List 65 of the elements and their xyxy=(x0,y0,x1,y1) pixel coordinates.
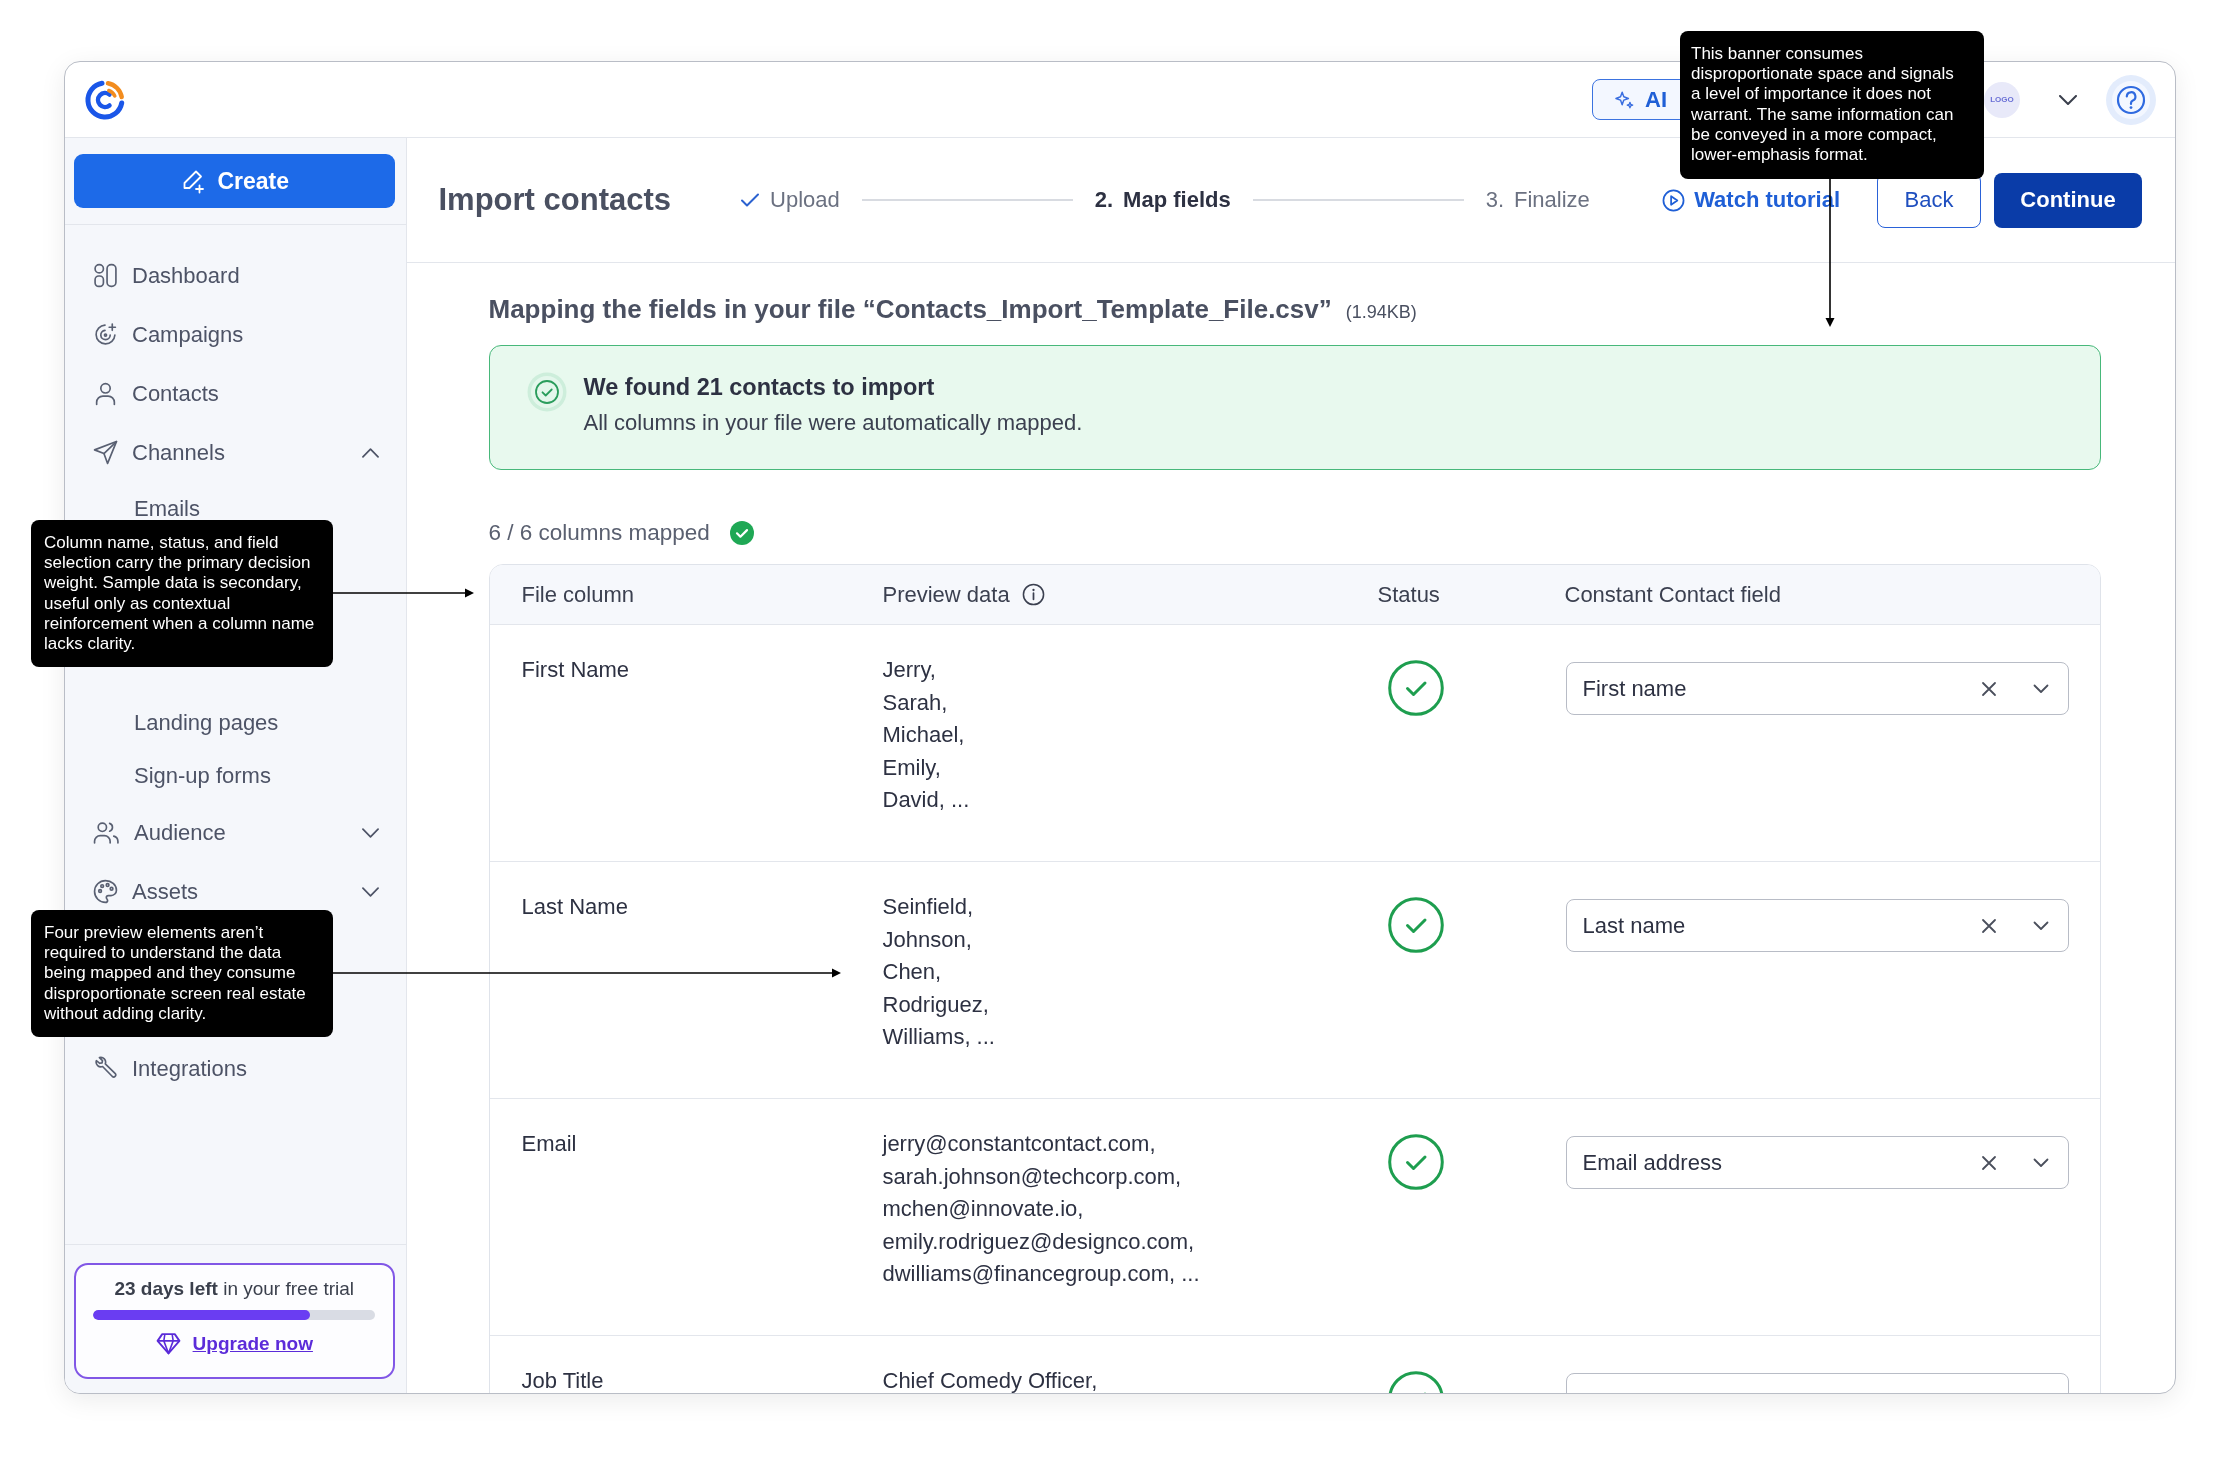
column-header: Constant Contact field xyxy=(1564,581,1781,608)
chevron-down-icon[interactable] xyxy=(2033,1157,2049,1168)
upgrade-link[interactable]: Upgrade now xyxy=(155,1332,313,1355)
clear-icon[interactable] xyxy=(1981,917,1997,934)
target-icon xyxy=(93,322,118,347)
file-column-cell: Job Title xyxy=(521,1368,604,1393)
step-number: 3. xyxy=(1485,187,1505,213)
step-label: Finalize xyxy=(1514,187,1590,213)
chevron-down-icon[interactable] xyxy=(2033,920,2049,931)
mapping-heading: Mapping the fields in your file “Contacts_Import_Template_File.csv” xyxy=(488,293,1332,325)
preview-data-cell-text: jerry@constantcontact.com, sarah.johnson@techcorp.com, mchen@innovate.io, emily.rodriguez@designco.com, dwilliams@financegroup.com, ... xyxy=(882,1132,1201,1285)
step-label: Upload xyxy=(770,187,840,213)
annotation-tooltip: This banner consumes disproportionate space and signals a level of importance it does not warrant. The same information can be conveyed in a more compact, lower-emphasis format. xyxy=(1680,31,1984,179)
field-select[interactable]: Email address xyxy=(1565,1136,2069,1189)
diamond-icon xyxy=(155,1332,181,1355)
wrench-icon xyxy=(93,1056,118,1081)
annotation-tooltip: Column name, status, and field selection carry the primary decision weight. Sample data is secondary, useful only as contextual reinforcement when a column name lacks clarity. xyxy=(31,520,333,667)
column-header: Status xyxy=(1377,581,1440,608)
step-number: 2. xyxy=(1094,187,1114,213)
layout-grid-icon xyxy=(93,263,118,288)
chevron-up-icon[interactable] xyxy=(361,447,379,458)
nav-item[interactable]: Campaigns xyxy=(65,305,406,364)
help-icon[interactable] xyxy=(2105,73,2157,126)
field-select[interactable]: Last name xyxy=(1565,899,2069,952)
banner-title: We found 21 contacts to import xyxy=(583,373,936,402)
file-column-cell: Last Name xyxy=(521,894,628,919)
play-icon xyxy=(1662,188,1686,212)
clear-icon[interactable] xyxy=(1981,1154,1997,1171)
chevron-down-icon[interactable] xyxy=(361,886,379,897)
nav-subitem[interactable]: Landing pages xyxy=(65,696,279,750)
annotation-tooltip: Four preview elements aren’t required to understand the data being mapped and they consume disproportionate screen real estate without adding clarity. xyxy=(31,910,333,1037)
preview-data-cell-text: Seinfield, Johnson, Chen, Rodriguez, Williams, ... xyxy=(882,895,996,1048)
file-column-cell: First Name xyxy=(521,657,630,682)
file-column-cell: Email xyxy=(521,1131,577,1156)
create-button[interactable]: Create xyxy=(74,154,395,208)
nav-subitem[interactable]: Sign-up forms xyxy=(65,749,271,803)
person-icon xyxy=(93,381,118,406)
info-icon[interactable] xyxy=(1021,583,1045,606)
check-circle-icon xyxy=(729,521,754,545)
trial-message: 23 days left in your free trial xyxy=(114,1277,355,1301)
people-icon xyxy=(93,820,120,845)
company-logo: LOGO xyxy=(1984,81,2020,118)
page-title: Import contacts xyxy=(438,182,672,218)
check-circle-icon xyxy=(526,372,567,412)
column-header: File column xyxy=(521,581,634,608)
step-label: Map fields xyxy=(1123,187,1231,213)
chevron-down-icon[interactable] xyxy=(2033,683,2049,694)
banner-message: All columns in your file were automatically mapped. xyxy=(583,409,1083,437)
palette-icon xyxy=(93,879,118,904)
continue-button[interactable]: Continue xyxy=(1994,172,2142,228)
nav-item[interactable]: Audience xyxy=(65,803,406,862)
clear-icon[interactable] xyxy=(1981,680,1997,697)
nav-item[interactable]: Contacts xyxy=(65,364,406,423)
file-size: (1.94KB) xyxy=(1345,302,1417,323)
column-header: Preview data xyxy=(882,581,1010,608)
chevron-down-icon[interactable] xyxy=(361,827,379,838)
nav-item[interactable]: Channels xyxy=(65,423,406,482)
field-select[interactable]: First name xyxy=(1565,662,2069,715)
nav-item[interactable]: Dashboard xyxy=(65,246,406,305)
paper-plane-icon xyxy=(93,440,118,465)
mapped-count: 6 / 6 columns mapped xyxy=(488,519,710,547)
nav-item[interactable]: Integrations xyxy=(65,1039,406,1098)
chevron-down-icon[interactable] xyxy=(2059,94,2077,105)
preview-data-cell-text: Jerry, Sarah, Michael, Emily, David, ... xyxy=(882,658,971,811)
preview-data-cell-text: Chief Comedy Officer, xyxy=(882,1369,1099,1392)
